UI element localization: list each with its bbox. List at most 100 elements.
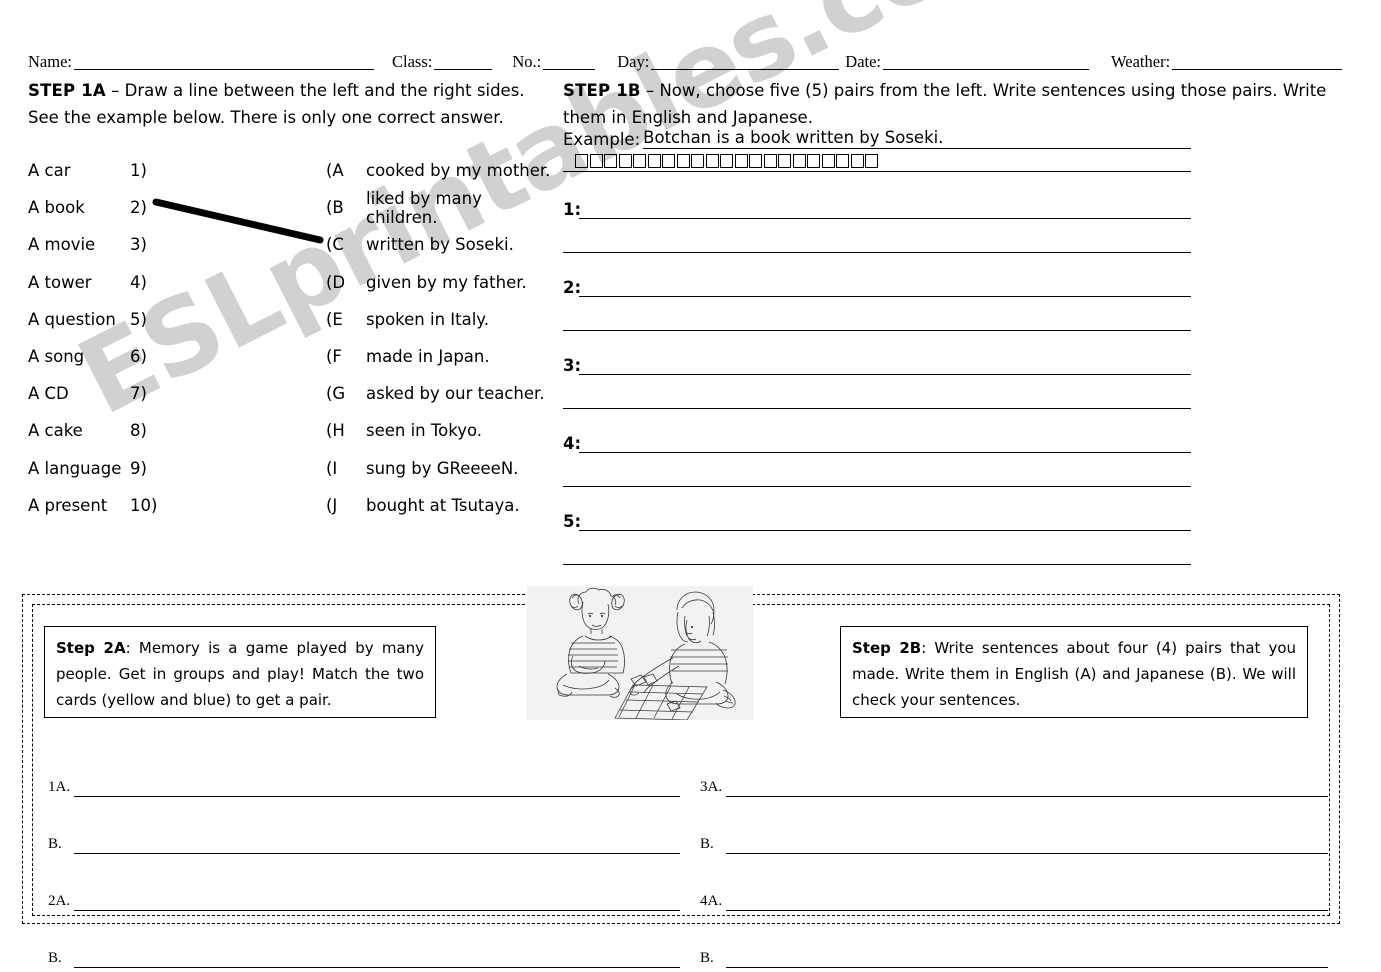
match-number[interactable]: 2) bbox=[130, 198, 326, 217]
japanese-glyph-box bbox=[618, 154, 632, 168]
header-input-no[interactable] bbox=[543, 55, 596, 70]
header-input-class[interactable] bbox=[434, 55, 493, 70]
header-input-weather[interactable] bbox=[1172, 55, 1343, 70]
answer-grid-write-area[interactable] bbox=[74, 840, 680, 854]
header-input-name[interactable] bbox=[73, 55, 374, 70]
matching-row: A cake 8) (H seen in Tokyo. bbox=[28, 412, 558, 449]
answer-write-area[interactable] bbox=[563, 549, 1191, 565]
japanese-glyph-box bbox=[763, 154, 777, 168]
answer-grid-label: B. bbox=[700, 836, 714, 852]
step-1a-line1: Draw a line between the left and the rig… bbox=[124, 81, 525, 100]
japanese-glyph-box bbox=[821, 154, 835, 168]
matching-row: A book 2) (B liked by many children. bbox=[28, 189, 558, 227]
matching-row: A question 5) (E spoken in Italy. bbox=[28, 301, 558, 338]
answer-grid-row: B. bbox=[48, 797, 680, 854]
answer-line-group: 4: bbox=[563, 416, 1191, 494]
match-number[interactable]: 8) bbox=[130, 421, 326, 440]
step-2a-title: Step 2A bbox=[56, 639, 126, 657]
header-input-day[interactable] bbox=[651, 55, 840, 70]
match-letter[interactable]: (I bbox=[326, 459, 366, 478]
header-label-date: Date: bbox=[845, 51, 882, 71]
answer-write-area[interactable] bbox=[563, 393, 1191, 409]
match-left-item: A CD bbox=[28, 384, 69, 404]
answer-number: 1: bbox=[563, 200, 582, 219]
example-label: Example: bbox=[563, 130, 641, 149]
answer-grid-write-area[interactable] bbox=[74, 954, 680, 968]
answer-grid-write-area[interactable] bbox=[74, 783, 680, 797]
match-letter[interactable]: (A bbox=[326, 161, 366, 180]
answer-write-area[interactable] bbox=[579, 437, 1191, 453]
answer-line-japanese bbox=[563, 315, 1191, 331]
match-right-item: sung by GReeeeN. bbox=[366, 458, 519, 478]
match-right-item: asked by our teacher. bbox=[366, 384, 545, 404]
answer-grid-row: 2A. bbox=[48, 854, 680, 911]
step-1b-example: Example: Botchan is a book written by So… bbox=[563, 128, 1191, 149]
step-2a-box: Step 2A: Memory is a game played by many… bbox=[44, 626, 436, 718]
step-1a-title: STEP 1A bbox=[28, 81, 106, 100]
answer-line-japanese bbox=[563, 471, 1191, 487]
answer-write-area[interactable] bbox=[579, 359, 1191, 375]
answer-grid-write-area[interactable] bbox=[726, 783, 1328, 797]
memory-game-clipart bbox=[527, 586, 753, 720]
worksheet-page: ESLprintables.com Name: Class: No.: Day:… bbox=[0, 0, 1381, 972]
matching-row: A present 10) (J bought at Tsutaya. bbox=[28, 487, 558, 524]
answer-write-area[interactable] bbox=[563, 471, 1191, 487]
match-letter[interactable]: (F bbox=[326, 347, 366, 366]
example-sentence: Botchan is a book written by Soseki. bbox=[643, 128, 1191, 149]
match-number[interactable]: 5) bbox=[130, 310, 326, 329]
answer-grid-right: 3A. B. 4A. B. bbox=[700, 740, 1328, 968]
answer-grid-label: 3A. bbox=[700, 779, 723, 795]
step-1a-line2: See the example below. There is only one… bbox=[28, 107, 504, 127]
answer-grid-write-area[interactable] bbox=[726, 954, 1328, 968]
match-left-item: A question bbox=[28, 309, 116, 329]
header-label-weather: Weather: bbox=[1111, 51, 1171, 71]
header-label-no: No.: bbox=[512, 51, 542, 71]
match-number[interactable]: 3) bbox=[130, 235, 326, 254]
answer-write-area[interactable] bbox=[579, 515, 1191, 531]
step-1b-answer-lines: 1: 2: 3: 4: 5: bbox=[563, 182, 1191, 572]
match-number[interactable]: 10) bbox=[130, 496, 326, 515]
answer-grid-label: B. bbox=[48, 836, 62, 852]
answer-number: 3: bbox=[563, 356, 582, 375]
match-number[interactable]: 9) bbox=[130, 459, 326, 478]
answer-grid-write-area[interactable] bbox=[74, 897, 680, 911]
match-left-item: A song bbox=[28, 347, 85, 367]
japanese-glyph-box bbox=[734, 154, 748, 168]
answer-grid-label: B. bbox=[48, 950, 62, 966]
answer-write-area[interactable] bbox=[579, 281, 1191, 297]
answer-write-area[interactable] bbox=[579, 203, 1191, 219]
match-number[interactable]: 6) bbox=[130, 347, 326, 366]
step-2a-colon: : bbox=[125, 639, 139, 657]
japanese-glyph-box bbox=[865, 154, 878, 168]
match-letter[interactable]: (B bbox=[326, 198, 366, 217]
answer-line-english: 5: bbox=[563, 512, 1191, 531]
step-1b-title: STEP 1B bbox=[563, 81, 641, 100]
match-letter[interactable]: (J bbox=[326, 496, 366, 515]
matching-row: A language 9) (I sung by GReeeeN. bbox=[28, 450, 558, 487]
match-left-item: A book bbox=[28, 198, 85, 218]
answer-line-japanese bbox=[563, 549, 1191, 565]
header-field-class: Class: bbox=[392, 53, 493, 70]
match-letter[interactable]: (H bbox=[326, 421, 366, 440]
match-number[interactable]: 1) bbox=[130, 161, 326, 180]
answer-grid-write-area[interactable] bbox=[726, 897, 1328, 911]
japanese-glyph-box bbox=[792, 154, 806, 168]
match-letter[interactable]: (C bbox=[326, 235, 366, 254]
match-number[interactable]: 4) bbox=[130, 273, 326, 292]
answer-write-area[interactable] bbox=[563, 237, 1191, 253]
answer-write-area[interactable] bbox=[563, 315, 1191, 331]
match-letter[interactable]: (G bbox=[326, 384, 366, 403]
answer-line-english: 3: bbox=[563, 356, 1191, 375]
match-letter[interactable]: (D bbox=[326, 273, 366, 292]
header-input-date[interactable] bbox=[883, 55, 1090, 70]
answer-line-group: 5: bbox=[563, 494, 1191, 572]
answer-line-english: 4: bbox=[563, 434, 1191, 453]
match-letter[interactable]: (E bbox=[326, 310, 366, 329]
step-2b-title: Step 2B bbox=[852, 639, 922, 657]
answer-number: 5: bbox=[563, 512, 582, 531]
japanese-glyph-box bbox=[662, 154, 675, 168]
answer-grid-row: 4A. bbox=[700, 854, 1328, 911]
answer-grid-write-area[interactable] bbox=[726, 840, 1328, 854]
match-number[interactable]: 7) bbox=[130, 384, 326, 403]
answer-line-group: 2: bbox=[563, 260, 1191, 338]
